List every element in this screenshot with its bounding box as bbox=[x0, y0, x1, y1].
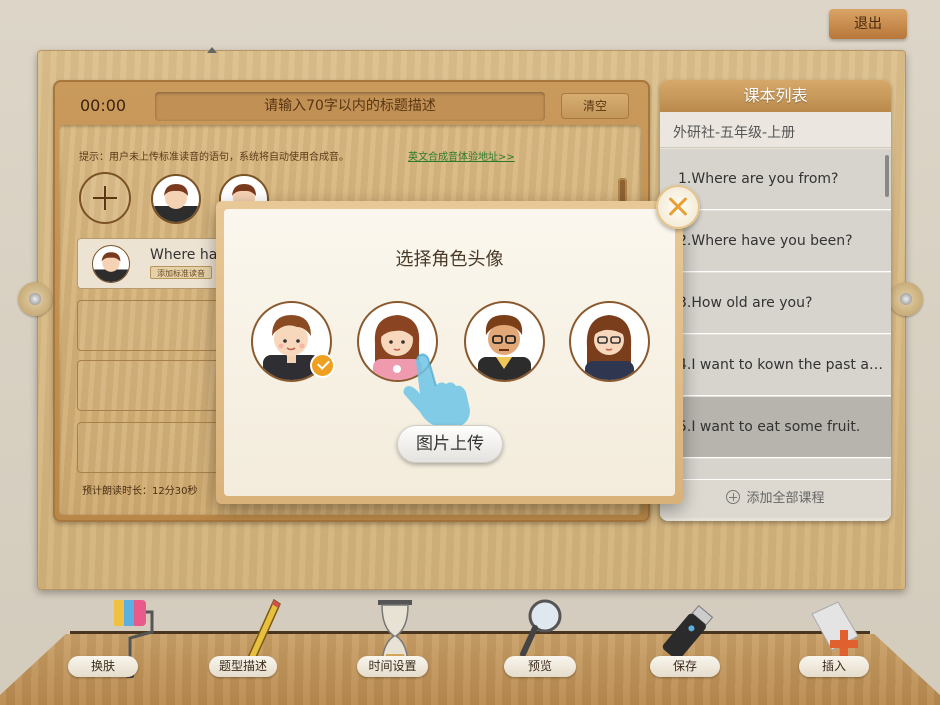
row-avatar bbox=[92, 245, 130, 283]
add-all-courses-label: 添加全部课程 bbox=[746, 491, 825, 506]
modal-title: 选择角色头像 bbox=[395, 249, 504, 270]
man-glasses-avatar-icon bbox=[478, 315, 531, 380]
upload-image-button[interactable]: 图片上传 bbox=[397, 425, 503, 463]
add-audio-button[interactable]: 添加标准读音 bbox=[150, 266, 212, 279]
avatar-option-woman-glasses[interactable] bbox=[569, 301, 650, 382]
close-icon[interactable] bbox=[656, 185, 700, 229]
tts-demo-link[interactable]: 英文合成音体验地址>> bbox=[408, 148, 515, 163]
timer: 00:00 bbox=[80, 96, 127, 115]
avatar-option-man-glasses[interactable] bbox=[464, 301, 545, 382]
course-item[interactable]: 3.How old are you? bbox=[660, 273, 891, 334]
add-character-button[interactable] bbox=[79, 172, 131, 224]
toolbar-rail bbox=[70, 631, 870, 634]
course-list-panel: 课本列表 外研社-五年级-上册 1.Where are you from? 2.… bbox=[660, 80, 891, 521]
boy-avatar-icon bbox=[93, 252, 129, 282]
sentence-text: Where hav bbox=[150, 247, 226, 263]
toolbar-save-button[interactable]: 保存 bbox=[650, 656, 720, 677]
selected-check-icon bbox=[310, 353, 335, 378]
course-item[interactable]: 4.I want to kown the past and... bbox=[660, 335, 891, 396]
book-select[interactable]: 外研社-五年级-上册 bbox=[660, 112, 891, 148]
book-select-value: 外研社-五年级-上册 bbox=[673, 125, 796, 141]
toolbar-time-button[interactable]: 时间设置 bbox=[357, 656, 428, 677]
toolbar-description-button[interactable]: 题型描述 bbox=[209, 656, 277, 677]
left-hinge-icon bbox=[18, 282, 52, 316]
sentence-row[interactable] bbox=[77, 300, 227, 351]
estimate-duration: 预计朗读时长：12分30秒 bbox=[82, 486, 198, 497]
title-input[interactable]: 请输入70字以内的标题描述 bbox=[155, 92, 545, 121]
sentence-row[interactable] bbox=[77, 360, 227, 411]
plus-circle-icon bbox=[726, 490, 741, 504]
exit-button[interactable]: 退出 bbox=[829, 9, 907, 39]
toolbar-skin-button[interactable]: 换肤 bbox=[68, 656, 138, 677]
course-list-title: 课本列表 bbox=[660, 80, 891, 112]
character-avatar[interactable] bbox=[151, 174, 201, 224]
right-hinge-icon bbox=[889, 282, 923, 316]
toolbar-preview-button[interactable]: 预览 bbox=[504, 656, 576, 677]
course-item-selected[interactable]: 5.I want to eat some fruit. bbox=[660, 397, 891, 458]
hint-text: 提示：用户未上传标准读音的语句，系统将自动使用合成音。 bbox=[79, 152, 349, 163]
add-all-courses-button[interactable]: 添加全部课程 bbox=[660, 480, 891, 518]
course-item[interactable] bbox=[660, 459, 891, 480]
clear-button[interactable]: 清空 bbox=[561, 93, 629, 119]
boy-avatar-icon bbox=[153, 184, 199, 222]
sentence-row[interactable] bbox=[77, 422, 227, 473]
caret-up-icon[interactable] bbox=[207, 47, 217, 53]
course-list-scrollbar[interactable] bbox=[885, 155, 889, 197]
toolbar-insert-button[interactable]: 插入 bbox=[799, 656, 869, 677]
pointing-hand-icon bbox=[403, 353, 470, 429]
woman-glasses-avatar-icon bbox=[585, 315, 634, 380]
